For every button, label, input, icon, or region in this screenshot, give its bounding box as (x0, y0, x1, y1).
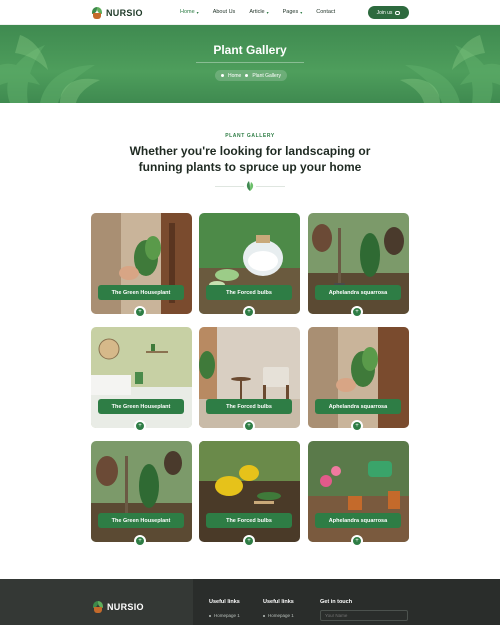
expand-plus-icon[interactable]: + (351, 420, 363, 432)
brand-name: NURSIO (106, 8, 143, 18)
expand-plus-icon[interactable]: + (243, 420, 255, 432)
nav-contact[interactable]: Contact (316, 9, 335, 15)
page-title: Plant Gallery (213, 43, 287, 57)
card-title: The Forced bulbs (206, 399, 292, 414)
gallery-card[interactable]: The Forced bulbs (199, 441, 300, 542)
chat-bubble-icon (395, 10, 401, 15)
nav-about[interactable]: About Us (213, 9, 236, 15)
nav-about-label: About Us (212, 9, 236, 15)
expand-plus-icon[interactable]: + (134, 420, 146, 432)
card-title: The Forced bulbs (206, 513, 292, 528)
nav-home[interactable]: Home ▾ (180, 9, 199, 15)
plant-pot-icon (92, 601, 104, 613)
card-title: The Green Houseplant (98, 399, 184, 414)
get-in-touch-heading: Get in touch (320, 599, 353, 605)
nav-article[interactable]: Article ▾ (249, 9, 268, 15)
title-rule (196, 62, 304, 63)
gallery-card[interactable]: Aphelandra squarrosa (308, 213, 409, 314)
nav-pages-label: Pages (282, 9, 299, 15)
footer-brand-name: NURSIO (107, 602, 144, 612)
left-foliage-decoration (0, 35, 100, 103)
right-foliage-decoration (400, 35, 500, 103)
section-eyebrow: PLANT GALLERY (225, 133, 275, 139)
gallery-card[interactable]: Aphelandra squarrosa (308, 441, 409, 542)
chevron-down-icon: ▾ (196, 9, 199, 15)
footer-link-label: Homepage 1 (268, 613, 294, 618)
footer-logo[interactable]: NURSIO (92, 601, 144, 613)
footer-link-label: Homepage 1 (214, 613, 240, 618)
main-nav: Home ▾ About Us Article ▾ Pages ▾ Contact (180, 9, 349, 15)
nav-pages[interactable]: Pages ▾ (283, 9, 303, 15)
gallery-card[interactable]: The Green Houseplant (91, 441, 192, 542)
nav-contact-label: Contact (316, 9, 336, 15)
gallery-card[interactable]: The Green Houseplant (91, 327, 192, 428)
bullet-icon (209, 614, 211, 617)
expand-plus-icon[interactable]: + (243, 306, 255, 318)
breadcrumb-home[interactable]: Home (228, 73, 241, 79)
footer-link-homepage[interactable]: Homepage 1 (209, 613, 240, 618)
bullet-icon (245, 74, 249, 77)
breadcrumb: Home Plant Gallery (215, 70, 287, 81)
footer-link-homepage[interactable]: Homepage 1 (263, 613, 294, 618)
plant-pot-icon (91, 7, 103, 19)
footer-links-heading: Useful links (209, 599, 240, 605)
expand-plus-icon[interactable]: + (351, 306, 363, 318)
card-title: The Green Houseplant (98, 513, 184, 528)
nav-article-label: Article (249, 9, 265, 15)
name-field[interactable] (320, 610, 408, 621)
brand-logo[interactable]: NURSIO (91, 6, 143, 20)
gallery-card[interactable]: The Forced bulbs (199, 327, 300, 428)
nav-home-label: Home (180, 9, 195, 15)
card-title: Aphelandra squarrosa (315, 285, 401, 300)
gallery-card[interactable]: Aphelandra squarrosa (308, 327, 409, 428)
leaf-icon (244, 180, 256, 192)
expand-plus-icon[interactable]: + (351, 535, 363, 547)
breadcrumb-current: Plant Gallery (252, 72, 281, 79)
chevron-down-icon: ▾ (266, 9, 269, 15)
bullet-icon (221, 74, 224, 77)
page-hero: Plant Gallery Home Plant Gallery (0, 25, 500, 103)
expand-plus-icon[interactable]: + (243, 535, 255, 547)
card-title: Aphelandra squarrosa (315, 513, 401, 528)
gallery-card[interactable]: The Forced bulbs (199, 213, 300, 314)
footer-links-heading: Useful links (263, 599, 294, 605)
join-us-button[interactable]: Join us (368, 6, 409, 19)
site-footer: NURSIO Useful links Homepage 1 Useful li… (0, 579, 500, 625)
bullet-icon (263, 614, 265, 617)
card-title: The Forced bulbs (206, 285, 292, 300)
expand-plus-icon[interactable]: + (134, 306, 146, 318)
chevron-down-icon: ▾ (300, 9, 303, 15)
join-us-label: Join us (376, 9, 393, 16)
expand-plus-icon[interactable]: + (134, 535, 146, 547)
gallery-card[interactable]: The Green Houseplant (91, 213, 192, 314)
card-title: Aphelandra squarrosa (315, 399, 401, 414)
section-headline: Whether you're looking for landscaping o… (129, 144, 371, 174)
site-header: NURSIO Home ▾ About Us Article ▾ Pages ▾ Co… (0, 0, 500, 25)
card-title: The Green Houseplant (98, 285, 184, 300)
